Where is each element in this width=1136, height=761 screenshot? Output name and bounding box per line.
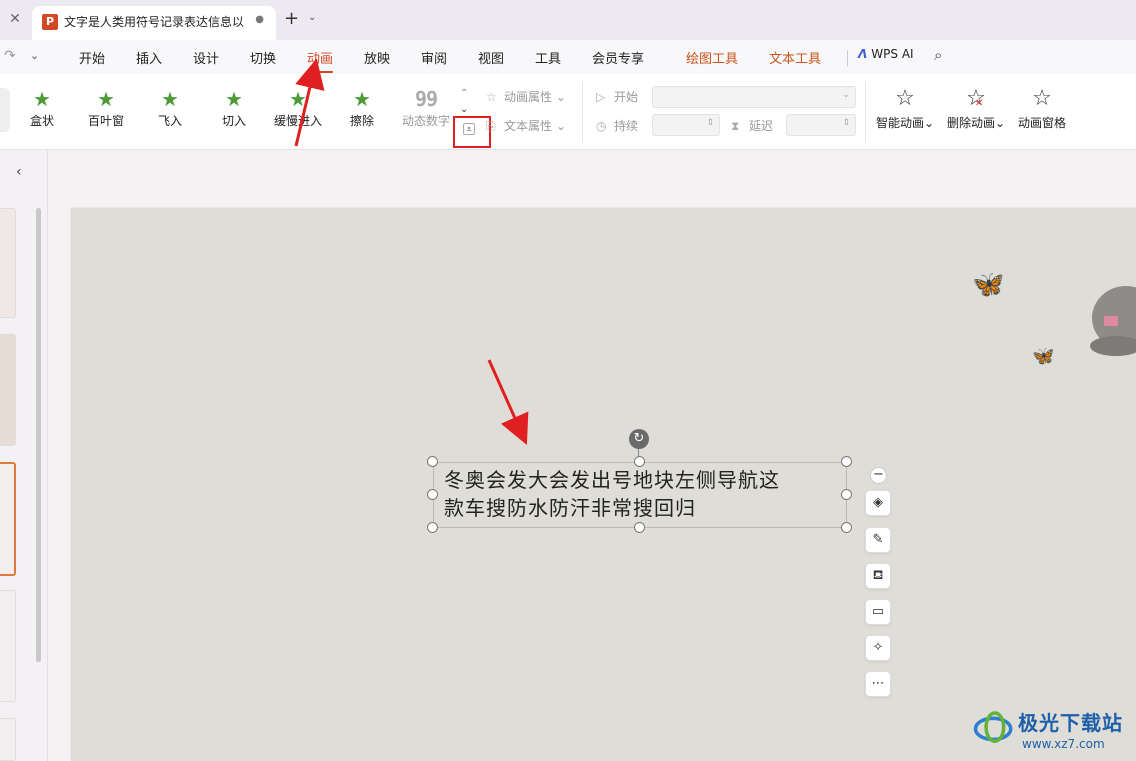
arrow-to-text-box [487,359,529,445]
watermark-url: www.xz7.com [1022,737,1105,751]
watermark-title: 极光下载站 [1018,711,1123,735]
annotation-arrows [294,58,529,445]
arrow-to-animation-tab [294,58,325,147]
watermark-logo-icon [973,711,1013,743]
